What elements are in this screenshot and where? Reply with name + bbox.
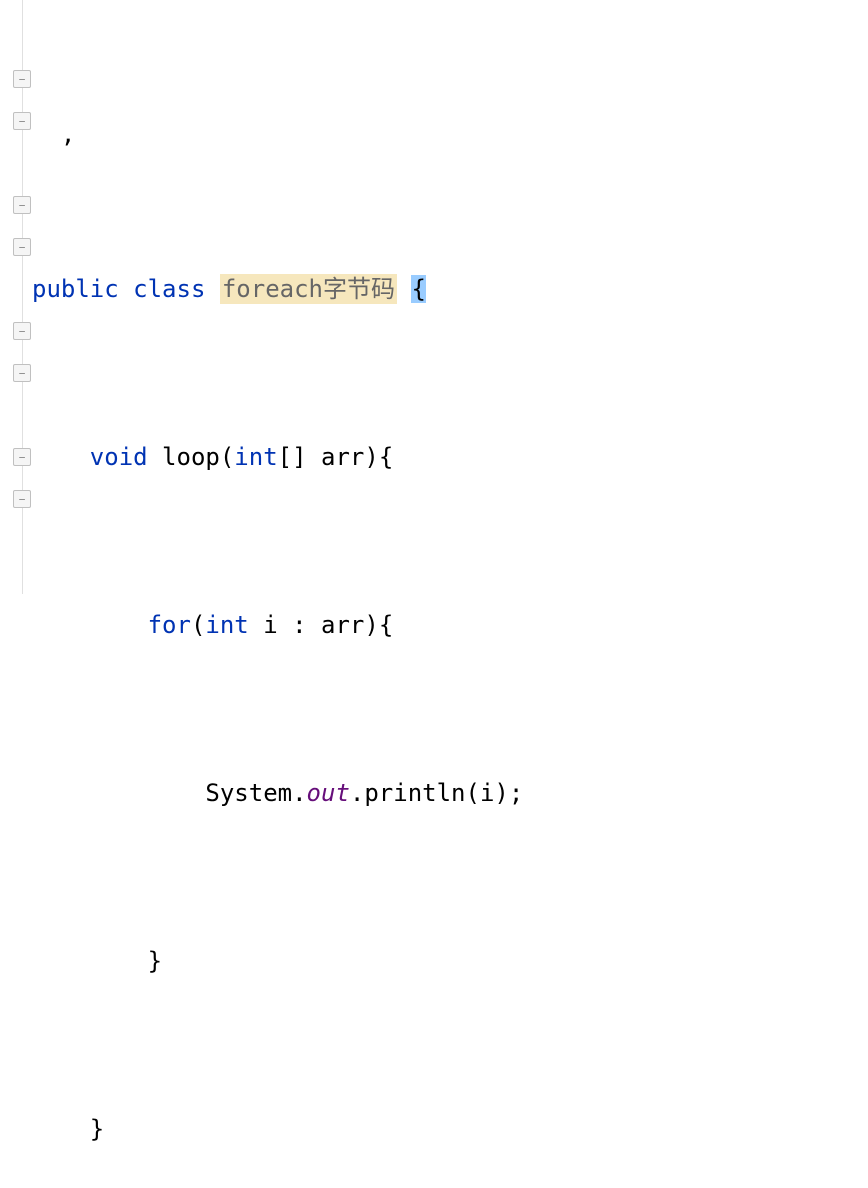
code-area[interactable]: , public class foreach字节码 { void loop(in… (26, 0, 868, 594)
brace-open: { (379, 443, 393, 471)
bracket-open: [ (278, 443, 292, 471)
brace-close: } (148, 947, 162, 975)
keyword-class: class (133, 275, 205, 303)
static-field: out (307, 779, 350, 807)
editor-gutter (0, 0, 26, 594)
class-ref: System (205, 779, 292, 807)
paren-open: ( (220, 443, 234, 471)
semicolon: ; (509, 779, 523, 807)
var-name: arr (321, 611, 364, 639)
paren-close: ) (364, 443, 378, 471)
method-name: loop (162, 443, 220, 471)
code-token: , (32, 120, 75, 148)
code-line[interactable]: System.out.println(i); (32, 772, 868, 814)
code-line[interactable]: void loop(int[] arr){ (32, 436, 868, 478)
brace-open-match: { (411, 275, 425, 303)
var-name: i (263, 611, 277, 639)
brace-close: } (90, 1115, 104, 1143)
brace-open: { (379, 611, 393, 639)
paren-open: ( (466, 779, 480, 807)
bracket-close: ] (292, 443, 306, 471)
method-call: println (364, 779, 465, 807)
code-line[interactable]: , (32, 126, 868, 142)
param-name: arr (321, 443, 364, 471)
code-editor[interactable]: , public class foreach字节码 { void loop(in… (0, 0, 868, 594)
keyword-void: void (90, 443, 148, 471)
dot: . (292, 779, 306, 807)
paren-close: ) (364, 611, 378, 639)
code-line[interactable]: public class foreach字节码 { (32, 268, 868, 310)
keyword-for: for (148, 611, 191, 639)
var-name: i (480, 779, 494, 807)
code-line[interactable]: } (32, 940, 868, 982)
type-int: int (234, 443, 277, 471)
paren-open: ( (191, 611, 205, 639)
code-line[interactable]: for(int i : arr){ (32, 604, 868, 646)
colon: : (292, 611, 306, 639)
code-line[interactable]: } (32, 1108, 868, 1150)
class-name-highlight: foreach字节码 (220, 274, 397, 304)
keyword-public: public (32, 275, 119, 303)
paren-close: ) (494, 779, 508, 807)
type-int: int (205, 611, 248, 639)
dot: . (350, 779, 364, 807)
